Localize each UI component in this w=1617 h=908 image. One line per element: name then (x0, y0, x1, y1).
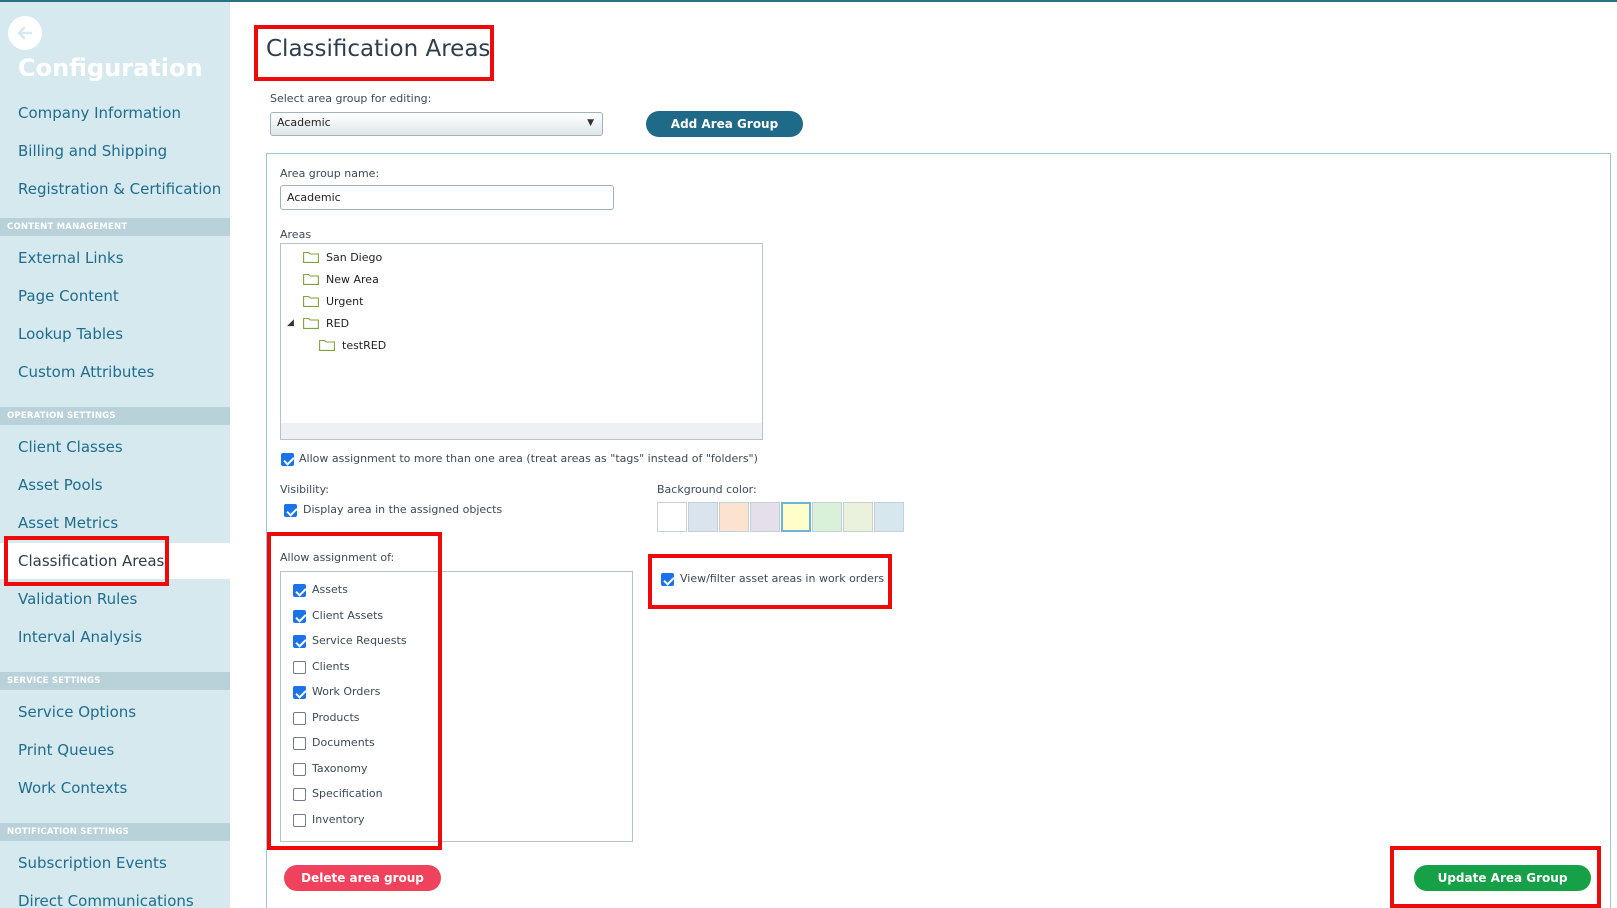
sidebar-item-service-options[interactable]: Service Options (0, 694, 230, 730)
folder-icon (303, 317, 319, 329)
sidebar-item-work-contexts[interactable]: Work Contexts (0, 770, 230, 806)
color-swatch-pale-green[interactable] (843, 502, 873, 532)
add-area-group-button[interactable]: Add Area Group (646, 111, 803, 137)
tree-node-label: RED (326, 316, 350, 330)
sidebar-title: Configuration (18, 54, 203, 82)
color-swatch-yellow[interactable] (781, 502, 811, 532)
assign-service-requests-label: Service Requests (312, 634, 407, 647)
section-operation-settings: OPERATION SETTINGS (0, 407, 230, 425)
display-area-checkbox[interactable] (284, 504, 297, 517)
tree-node-san-diego[interactable]: San Diego (303, 248, 382, 266)
sidebar-item-direct-communications[interactable]: Direct Communications (0, 883, 230, 908)
back-button[interactable] (8, 16, 42, 50)
tree-node-label: New Area (326, 272, 379, 286)
sidebar-item-validation-rules[interactable]: Validation Rules (0, 581, 230, 617)
sidebar-item-registration-certification[interactable]: Registration & Certification (0, 171, 230, 207)
assign-products-label: Products (312, 711, 360, 724)
color-swatch-peach[interactable] (719, 502, 749, 532)
tree-node-new-area[interactable]: New Area (303, 270, 379, 288)
tree-node-red[interactable]: RED (303, 314, 349, 332)
area-group-name-label: Area group name: (280, 167, 380, 180)
assign-work-orders-checkbox[interactable] (293, 686, 306, 699)
tree-node-label: testRED (342, 338, 387, 352)
assign-client-assets-label: Client Assets (312, 609, 384, 622)
assign-assets-checkbox[interactable] (293, 584, 306, 597)
color-swatch-mint[interactable] (812, 502, 842, 532)
sidebar-item-asset-pools[interactable]: Asset Pools (0, 467, 230, 503)
tree-scrollbar[interactable] (281, 423, 762, 439)
multi-assign-label: Allow assignment to more than one area (… (299, 452, 758, 465)
assign-taxonomy-label: Taxonomy (312, 762, 368, 775)
background-color-label: Background color: (657, 483, 757, 496)
tree-node-label: San Diego (326, 250, 383, 264)
assign-documents-checkbox[interactable] (293, 737, 306, 750)
folder-icon (303, 295, 319, 307)
select-area-group-label: Select area group for editing: (270, 92, 432, 105)
caret-down-icon: ▼ (587, 118, 594, 128)
folder-icon (303, 251, 319, 263)
multi-assign-checkbox[interactable] (281, 453, 294, 466)
assign-specification-label: Specification (312, 787, 383, 800)
assign-service-requests-checkbox[interactable] (293, 635, 306, 648)
assign-clients-label: Clients (312, 660, 350, 673)
sidebar-item-billing-and-shipping[interactable]: Billing and Shipping (0, 133, 230, 169)
assign-assets-label: Assets (312, 583, 348, 596)
sidebar-item-interval-analysis[interactable]: Interval Analysis (0, 619, 230, 655)
areas-tree[interactable]: San Diego New Area Urgent ◢ RED testRED (280, 243, 763, 440)
assign-products-checkbox[interactable] (293, 712, 306, 725)
sidebar-item-page-content[interactable]: Page Content (0, 278, 230, 314)
area-group-select-value: Academic (277, 116, 331, 129)
sidebar-item-client-classes[interactable]: Client Classes (0, 429, 230, 465)
update-area-group-button[interactable]: Update Area Group (1414, 865, 1591, 891)
assign-client-assets-checkbox[interactable] (293, 610, 306, 623)
color-swatch-light-blue[interactable] (688, 502, 718, 532)
section-service-settings: SERVICE SETTINGS (0, 672, 230, 690)
assign-work-orders-label: Work Orders (312, 685, 381, 698)
area-group-name-input[interactable] (280, 185, 614, 210)
color-swatch-white[interactable] (657, 502, 687, 532)
tree-node-urgent[interactable]: Urgent (303, 292, 363, 310)
sidebar-item-classification-areas[interactable]: Classification Areas (0, 543, 230, 579)
delete-area-group-button[interactable]: Delete area group (284, 865, 441, 891)
collapse-triangle-icon[interactable]: ◢ (287, 318, 294, 328)
tree-node-testred[interactable]: testRED (319, 336, 386, 354)
sidebar-item-lookup-tables[interactable]: Lookup Tables (0, 316, 230, 352)
assign-inventory-checkbox[interactable] (293, 814, 306, 827)
section-content-management: CONTENT MANAGEMENT (0, 218, 230, 236)
allow-assignment-label: Allow assignment of: (280, 551, 395, 564)
assign-specification-checkbox[interactable] (293, 788, 306, 801)
tree-node-label: Urgent (326, 294, 364, 308)
sidebar: Configuration Company Information Billin… (0, 2, 230, 908)
visibility-label: Visibility: (280, 483, 330, 496)
arrow-left-icon (17, 26, 33, 40)
area-group-select[interactable]: Academic ▼ (270, 112, 603, 136)
sidebar-item-custom-attributes[interactable]: Custom Attributes (0, 354, 230, 390)
view-filter-checkbox[interactable] (661, 573, 674, 586)
page-title: Classification Areas (266, 36, 491, 62)
folder-icon (319, 339, 335, 351)
sidebar-item-company-information[interactable]: Company Information (0, 95, 230, 131)
areas-label: Areas (280, 228, 312, 241)
color-swatch-lavender[interactable] (750, 502, 780, 532)
view-filter-label: View/filter asset areas in work orders (680, 572, 885, 585)
sidebar-item-asset-metrics[interactable]: Asset Metrics (0, 505, 230, 541)
assign-taxonomy-checkbox[interactable] (293, 763, 306, 776)
sidebar-item-subscription-events[interactable]: Subscription Events (0, 845, 230, 881)
top-border (0, 0, 1617, 2)
sidebar-item-external-links[interactable]: External Links (0, 240, 230, 276)
assign-documents-label: Documents (312, 736, 375, 749)
assign-inventory-label: Inventory (312, 813, 365, 826)
assign-clients-checkbox[interactable] (293, 661, 306, 674)
sidebar-item-print-queues[interactable]: Print Queues (0, 732, 230, 768)
color-swatch-pale-cyan[interactable] (874, 502, 904, 532)
section-notification-settings: NOTIFICATION SETTINGS (0, 823, 230, 841)
folder-icon (303, 273, 319, 285)
display-area-label: Display area in the assigned objects (303, 503, 503, 516)
